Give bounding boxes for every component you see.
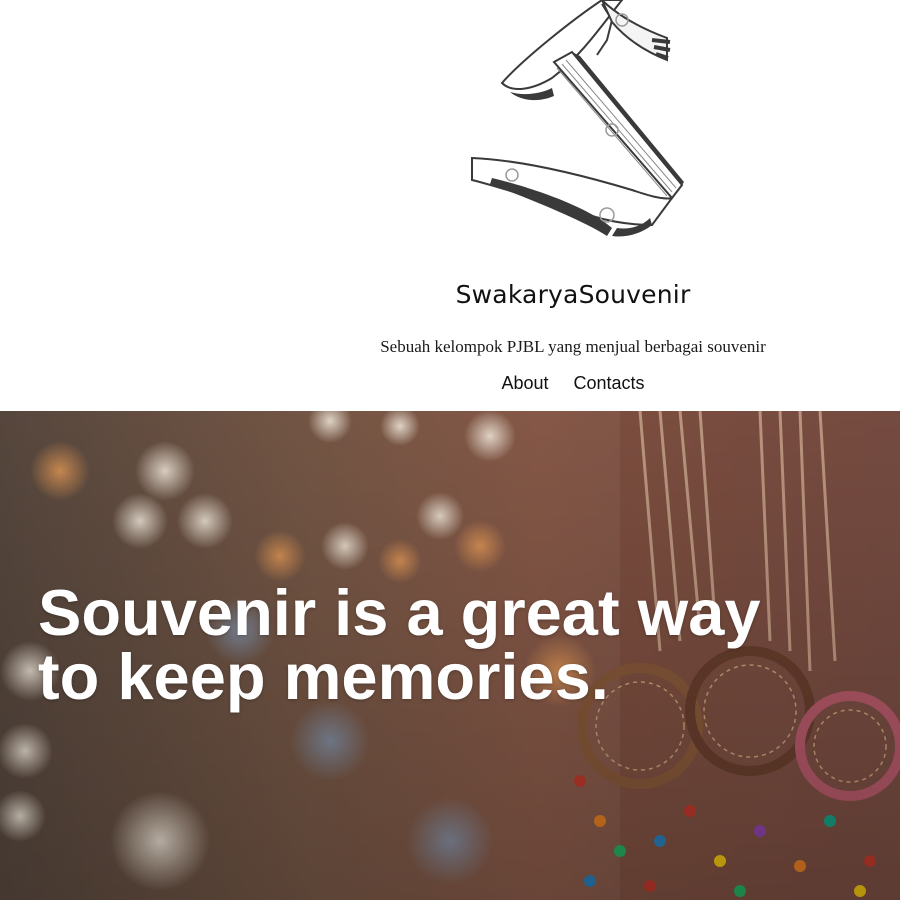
site-tagline: Sebuah kelompok PJBL yang menjual berbag… <box>380 337 766 356</box>
hero-headline: Souvenir is a great way to keep memories… <box>38 580 858 709</box>
site-header: SwakaryaSouvenir Sebuah kelompok PJBL ya… <box>0 0 900 411</box>
hero-headline-line-1: Souvenir is a great way <box>38 576 761 649</box>
main-nav: About Contacts <box>245 373 900 394</box>
hero-banner: Souvenir is a great way to keep memories… <box>0 411 900 900</box>
nav-link-contacts[interactable]: Contacts <box>574 373 645 394</box>
site-title[interactable]: SwakaryaSouvenir <box>245 280 900 309</box>
swakarya-s-logo-icon[interactable] <box>462 0 692 245</box>
hero-headline-line-2: to keep memories. <box>38 640 609 713</box>
nav-link-about[interactable]: About <box>501 373 548 394</box>
